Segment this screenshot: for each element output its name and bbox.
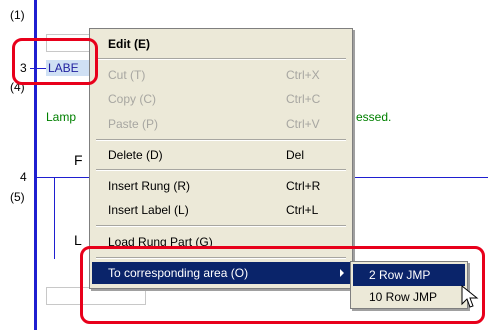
menu-separator	[96, 169, 346, 171]
highlight-box-label	[12, 38, 98, 85]
menu-item-edit[interactable]: Edit (E)	[90, 33, 352, 55]
menu-item-paste[interactable]: Paste (P) Ctrl+V	[90, 113, 352, 135]
rung-comment-tail: essed.	[356, 110, 392, 124]
branch-line	[54, 177, 55, 259]
row-number: (5)	[10, 190, 25, 204]
menu-separator	[96, 139, 346, 141]
row-number: 4	[20, 170, 27, 184]
menu-item-copy[interactable]: Copy (C) Ctrl+C	[90, 88, 352, 110]
rung-comment: Lamp	[46, 110, 77, 124]
ladder-partial-text: L	[74, 232, 82, 248]
menu-separator	[96, 58, 346, 60]
menu-item-cut[interactable]: Cut (T) Ctrl+X	[90, 64, 352, 86]
menu-item-delete[interactable]: Delete (D) Del	[90, 144, 352, 166]
menu-item-insert-rung[interactable]: Insert Rung (R) Ctrl+R	[90, 175, 352, 197]
menu-separator	[96, 225, 346, 227]
menu-item-insert-label[interactable]: Insert Label (L) Ctrl+L	[90, 199, 352, 221]
highlight-box-submenu	[80, 246, 485, 324]
ladder-partial-text: F	[74, 152, 83, 168]
row-number: (1)	[10, 8, 25, 22]
